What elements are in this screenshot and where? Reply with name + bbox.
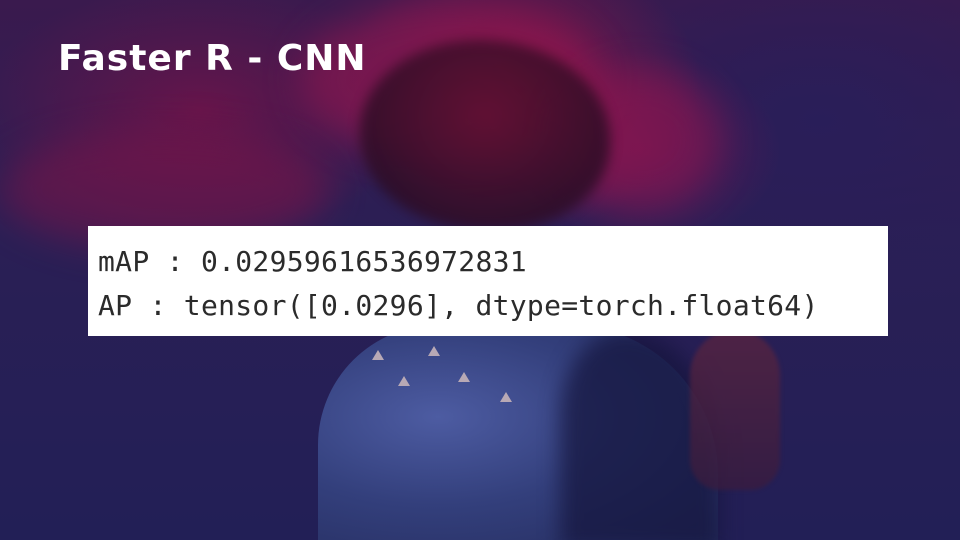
ap-output-line: AP : tensor([0.0296], dtype=torch.float6… bbox=[98, 289, 819, 322]
background-photo-head bbox=[360, 40, 610, 230]
jacket-stud bbox=[372, 350, 384, 360]
jacket-stud bbox=[428, 346, 440, 356]
code-output-box: mAP : 0.02959616536972831 AP : tensor([0… bbox=[88, 226, 888, 336]
slide-title: Faster R - CNN bbox=[58, 38, 367, 79]
jacket-stud bbox=[500, 392, 512, 402]
slide: Faster R - CNN mAP : 0.02959616536972831… bbox=[0, 0, 960, 540]
jacket-stud bbox=[398, 376, 410, 386]
jacket-stud bbox=[458, 372, 470, 382]
background-photo-hand bbox=[690, 330, 780, 490]
map-output-line: mAP : 0.02959616536972831 bbox=[98, 245, 527, 278]
